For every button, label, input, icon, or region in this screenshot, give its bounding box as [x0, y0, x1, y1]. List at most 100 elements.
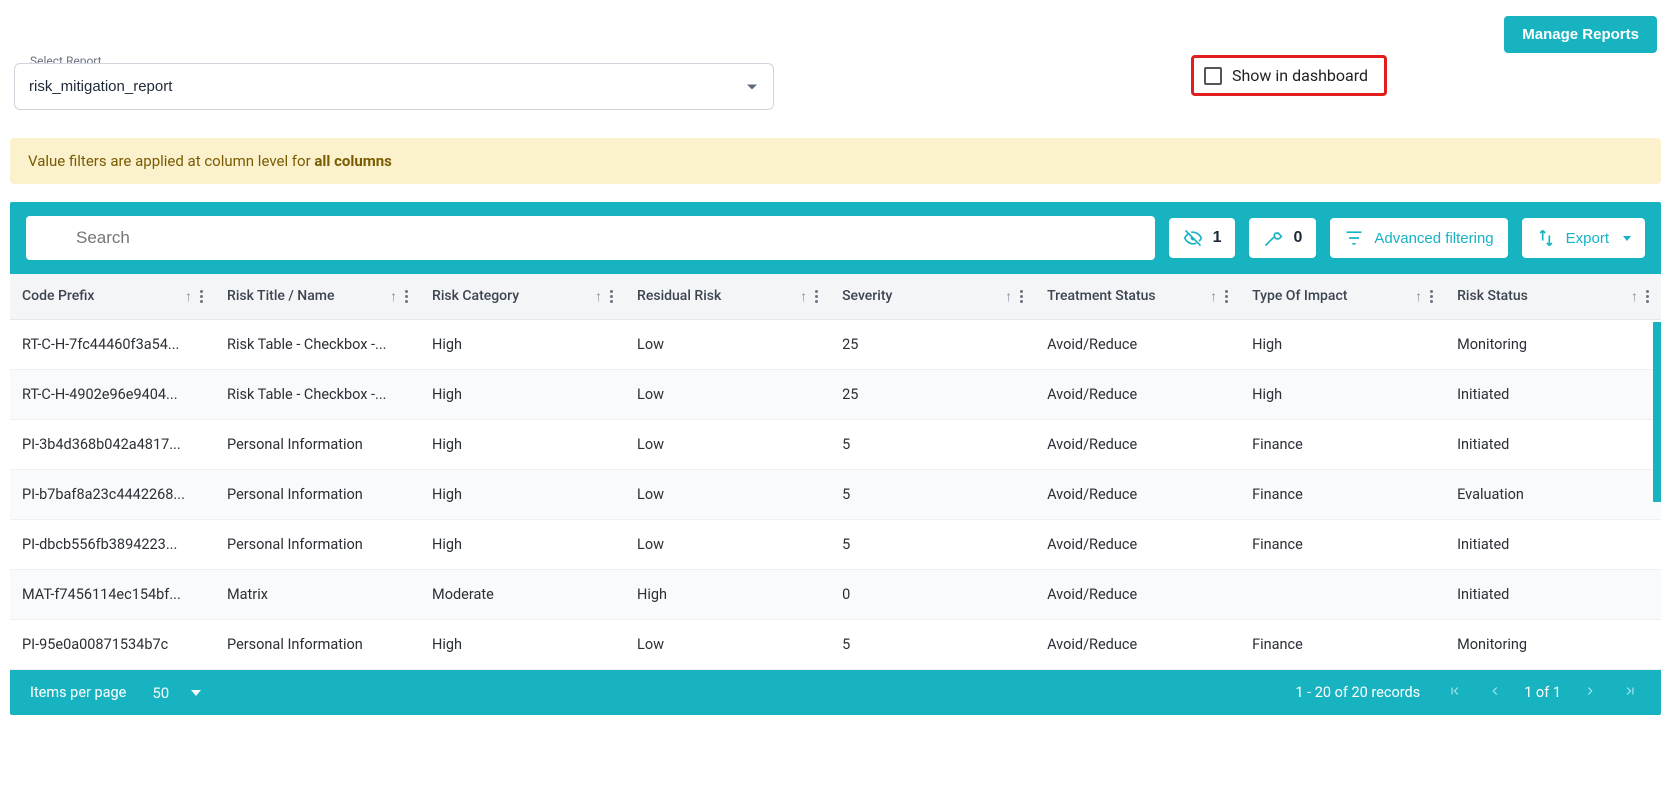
cell-impact	[1240, 570, 1445, 620]
cell-code: PI-95e0a00871534b7c	[10, 620, 215, 670]
cell-severity: 25	[830, 370, 1035, 420]
cell-category: High	[420, 520, 625, 570]
column-menu-icon[interactable]	[1430, 290, 1433, 303]
search-input[interactable]	[26, 216, 1155, 260]
cell-impact: Finance	[1240, 420, 1445, 470]
cell-category: High	[420, 620, 625, 670]
filter-banner: Value filters are applied at column leve…	[10, 138, 1661, 184]
hidden-columns-count: 1	[1213, 229, 1222, 247]
select-report-value: risk_mitigation_report	[29, 78, 172, 95]
column-menu-icon[interactable]	[1646, 290, 1649, 303]
column-header[interactable]: Risk Title / Name↑	[215, 274, 420, 320]
cell-category: Moderate	[420, 570, 625, 620]
cell-residual: Low	[625, 470, 830, 520]
sort-asc-icon[interactable]: ↑	[595, 288, 602, 305]
cell-title: Personal Information	[215, 620, 420, 670]
tools-button[interactable]: 0	[1249, 218, 1316, 258]
column-header-label: Treatment Status	[1047, 288, 1156, 304]
cell-title: Risk Table - Checkbox -...	[215, 370, 420, 420]
cell-status: Monitoring	[1445, 320, 1661, 370]
items-per-page-select[interactable]: 50	[152, 684, 201, 702]
column-menu-icon[interactable]	[1225, 290, 1228, 303]
column-header-label: Risk Category	[432, 288, 519, 304]
cell-title: Personal Information	[215, 420, 420, 470]
column-menu-icon[interactable]	[200, 290, 203, 303]
sort-asc-icon[interactable]: ↑	[1631, 288, 1638, 305]
report-table: Code Prefix↑Risk Title / Name↑Risk Categ…	[10, 274, 1661, 320]
column-menu-icon[interactable]	[405, 290, 408, 303]
sort-asc-icon[interactable]: ↑	[185, 288, 192, 305]
cell-code: RT-C-H-7fc44460f3a54...	[10, 320, 215, 370]
table-row[interactable]: MAT-f7456114ec154bf...MatrixModerateHigh…	[10, 570, 1661, 620]
eye-off-icon	[1183, 228, 1203, 248]
table-row[interactable]: RT-C-H-7fc44460f3a54...Risk Table - Chec…	[10, 320, 1661, 370]
cell-code: RT-C-H-4902e96e9404...	[10, 370, 215, 420]
table-toolbar: 1 0 Advanced filtering Export	[10, 202, 1661, 274]
cell-impact: Finance	[1240, 620, 1445, 670]
cell-code: PI-b7baf8a23c4442268...	[10, 470, 215, 520]
cell-title: Personal Information	[215, 520, 420, 570]
column-header[interactable]: Risk Status↑	[1445, 274, 1661, 320]
table-row[interactable]: PI-dbcb556fb3894223...Personal Informati…	[10, 520, 1661, 570]
table-row[interactable]: PI-3b4d368b042a4817...Personal Informati…	[10, 420, 1661, 470]
chevron-down-icon	[747, 84, 757, 89]
export-button[interactable]: Export	[1522, 218, 1645, 258]
table-row[interactable]: PI-b7baf8a23c4442268...Personal Informat…	[10, 470, 1661, 520]
cell-status: Monitoring	[1445, 620, 1661, 670]
chevron-down-icon	[1623, 236, 1631, 241]
show-in-dashboard-label: Show in dashboard	[1232, 66, 1368, 85]
filter-banner-text: Value filters are applied at column leve…	[28, 152, 314, 170]
column-header-label: Code Prefix	[22, 288, 94, 304]
cell-category: High	[420, 420, 625, 470]
show-in-dashboard-checkbox[interactable]	[1204, 67, 1222, 85]
cell-impact: High	[1240, 320, 1445, 370]
column-header[interactable]: Treatment Status ↑	[1035, 274, 1240, 320]
cell-category: High	[420, 470, 625, 520]
sort-asc-icon[interactable]: ↑	[1005, 288, 1012, 305]
cell-treatment: Avoid/Reduce	[1035, 370, 1240, 420]
last-page-button[interactable]	[1619, 680, 1641, 705]
cell-treatment: Avoid/Reduce	[1035, 520, 1240, 570]
column-menu-icon[interactable]	[1020, 290, 1023, 303]
prev-page-button[interactable]	[1484, 680, 1506, 705]
table-row[interactable]: PI-95e0a00871534b7cPersonal InformationH…	[10, 620, 1661, 670]
pager: 1 of 1	[1444, 680, 1641, 705]
cell-code: MAT-f7456114ec154bf...	[10, 570, 215, 620]
export-label: Export	[1566, 230, 1609, 247]
hidden-columns-button[interactable]: 1	[1169, 218, 1236, 258]
column-header-label: Type Of Impact	[1252, 288, 1347, 304]
cell-title: Personal Information	[215, 470, 420, 520]
table-footer: Items per page 50 1 - 20 of 20 records 1…	[10, 670, 1661, 715]
column-menu-icon[interactable]	[815, 290, 818, 303]
column-header[interactable]: Severity↑	[830, 274, 1035, 320]
advanced-filtering-button[interactable]: Advanced filtering	[1330, 218, 1507, 258]
cell-status: Initiated	[1445, 570, 1661, 620]
column-header[interactable]: Risk Category ↑	[420, 274, 625, 320]
sort-asc-icon[interactable]: ↑	[1210, 288, 1217, 305]
column-menu-icon[interactable]	[610, 290, 613, 303]
cell-severity: 0	[830, 570, 1035, 620]
wrench-icon	[1263, 228, 1283, 248]
cell-category: High	[420, 320, 625, 370]
manage-reports-button[interactable]: Manage Reports	[1504, 16, 1657, 53]
advanced-filtering-label: Advanced filtering	[1374, 230, 1493, 247]
column-header[interactable]: Residual Risk↑	[625, 274, 830, 320]
sort-asc-icon[interactable]: ↑	[800, 288, 807, 305]
scrollbar-thumb[interactable]	[1653, 322, 1661, 502]
column-header[interactable]: Type Of Impact ↑	[1240, 274, 1445, 320]
cell-category: High	[420, 370, 625, 420]
filter-banner-bold: all columns	[314, 152, 391, 170]
cell-status: Initiated	[1445, 370, 1661, 420]
cell-code: PI-dbcb556fb3894223...	[10, 520, 215, 570]
select-report-dropdown[interactable]: risk_mitigation_report	[14, 63, 774, 110]
sort-asc-icon[interactable]: ↑	[1415, 288, 1422, 305]
items-per-page-value: 50	[152, 684, 169, 702]
first-page-button[interactable]	[1444, 680, 1466, 705]
next-page-button[interactable]	[1579, 680, 1601, 705]
table-row[interactable]: RT-C-H-4902e96e9404...Risk Table - Check…	[10, 370, 1661, 420]
page-info: 1 of 1	[1524, 684, 1561, 701]
column-header[interactable]: Code Prefix ↑	[10, 274, 215, 320]
sort-asc-icon[interactable]: ↑	[390, 288, 397, 305]
cell-treatment: Avoid/Reduce	[1035, 570, 1240, 620]
import-export-icon	[1536, 228, 1556, 248]
